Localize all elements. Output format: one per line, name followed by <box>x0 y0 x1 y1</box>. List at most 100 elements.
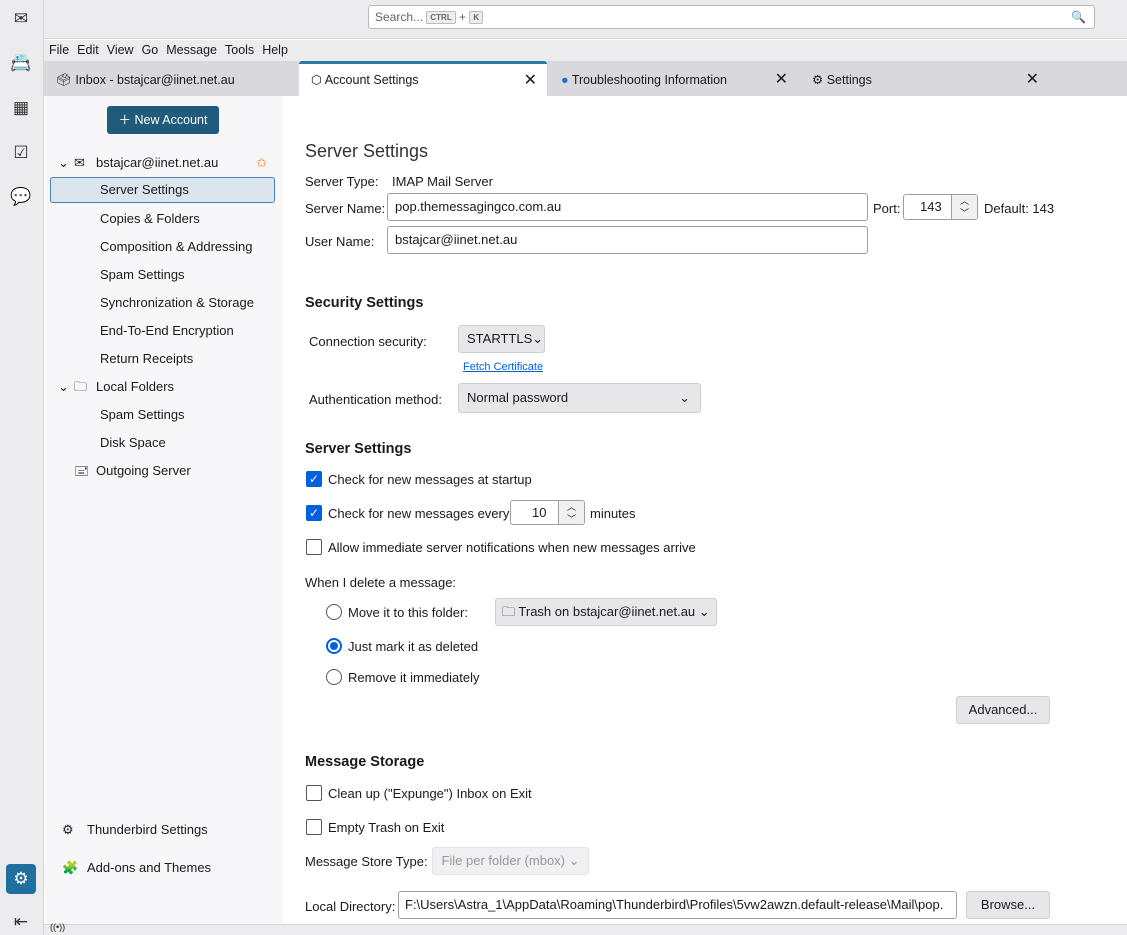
sidebar-item-composition[interactable]: Composition & Addressing <box>50 234 275 260</box>
tab-label: Troubleshooting Information <box>571 73 727 87</box>
move-folder-radio[interactable] <box>326 604 342 620</box>
mail-account-icon: ✉ <box>74 155 85 170</box>
auth-value: Normal password <box>467 390 569 405</box>
addons-label: Add-ons and Themes <box>87 860 212 875</box>
connection-security-select[interactable]: STARTTLS⌄ <box>458 325 545 353</box>
menu-edit[interactable]: Edit <box>72 40 102 57</box>
server-type-value: IMAP Mail Server <box>392 174 493 189</box>
tab-account-settings[interactable]: ⬡ Account Settings ✕ <box>299 61 547 96</box>
tasks-icon[interactable]: ☑ <box>10 142 32 164</box>
thunderbird-settings-link[interactable]: ⚙ Thunderbird Settings <box>50 817 275 843</box>
sidebar-item-spam[interactable]: Spam Settings <box>50 262 275 288</box>
local-folders-item[interactable]: ⌄ 🗀 Local Folders <box>50 374 275 400</box>
outgoing-server-item[interactable]: 🖃 Outgoing Server <box>50 458 275 484</box>
auth-label: Authentication method: <box>309 392 442 407</box>
tab-bar: 🗳 Inbox - bstajcar@iinet.net.au ⬡ Accoun… <box>44 61 1127 96</box>
expunge-checkbox[interactable] <box>306 785 322 801</box>
chat-icon[interactable]: 💬 <box>10 186 32 208</box>
sidebar-item-disk-space[interactable]: Disk Space <box>50 430 275 456</box>
conn-sec-value: STARTTLS <box>467 331 533 346</box>
tab-inbox[interactable]: 🗳 Inbox - bstajcar@iinet.net.au <box>44 61 298 96</box>
port-label: Port: <box>873 201 901 216</box>
online-status-icon[interactable]: ((•)) <box>50 922 65 932</box>
kbd-plus: + <box>459 10 467 24</box>
spaces-toolbar: ✉ 📇 ▦ ☑ 💬 ⚙ ⇤ <box>0 0 44 935</box>
tab-troubleshooting[interactable]: ● Troubleshooting Information ✕ <box>549 61 798 96</box>
menu-file[interactable]: File <box>44 40 72 57</box>
message-storage-heading: Message Storage <box>305 754 425 770</box>
spin-arrows-icon[interactable]: ︿ ﹀ <box>951 195 977 219</box>
mark-deleted-radio[interactable] <box>326 638 342 654</box>
auth-method-select[interactable]: Normal password ⌄ <box>458 383 701 413</box>
chevron-down-icon[interactable]: ⌄ <box>58 374 69 400</box>
trash-folder-select[interactable]: 🗀 Trash on bstajcar@iinet.net.au ⌄ <box>495 598 717 626</box>
account-label: bstajcar@iinet.net.au <box>96 155 219 170</box>
check-every-label: Check for new messages every <box>328 506 510 521</box>
outgoing-label: Outgoing Server <box>96 463 191 478</box>
calendar-icon[interactable]: ▦ <box>10 97 32 119</box>
remove-immediately-radio[interactable] <box>326 669 342 685</box>
move-folder-label: Move it to this folder: <box>348 605 468 620</box>
user-name-label: User Name: <box>305 234 375 249</box>
tb-settings-label: Thunderbird Settings <box>87 822 208 837</box>
security-heading: Security Settings <box>305 295 424 311</box>
account-icon: ⬡ <box>311 73 322 87</box>
tab-settings[interactable]: ⚙ Settings ✕ <box>800 61 1049 96</box>
account-tree: ＋ New Account ⌄ ✉ bstajcar@iinet.net.au ✩ S… <box>45 96 283 924</box>
allow-notifications-label: Allow immediate server notifications whe… <box>328 540 696 555</box>
minutes-stepper[interactable]: 10 ︿ ﹀ <box>510 500 585 525</box>
local-folders-label: Local Folders <box>96 379 175 394</box>
sidebar-item-receipts[interactable]: Return Receipts <box>50 346 275 372</box>
sidebar-item-e2e[interactable]: End-To-End Encryption <box>50 318 275 344</box>
check-startup-checkbox[interactable]: ✓ <box>306 471 322 487</box>
chevron-down-icon[interactable]: ⌄ <box>58 150 69 176</box>
account-item[interactable]: ⌄ ✉ bstajcar@iinet.net.au ✩ <box>50 150 275 176</box>
menu-bar: File Edit View Go Message Tools Help <box>44 40 1127 61</box>
close-icon[interactable]: ✕ <box>524 64 537 97</box>
check-every-checkbox[interactable]: ✓ <box>306 505 322 521</box>
search-input[interactable]: Search... CTRL + K 🔍 <box>368 5 1095 29</box>
mark-deleted-label: Just mark it as deleted <box>348 639 479 654</box>
allow-notifications-checkbox[interactable] <box>306 539 322 555</box>
user-name-input[interactable]: bstajcar@iinet.net.au <box>387 226 868 254</box>
puzzle-icon: 🧩 <box>62 860 79 875</box>
folder-icon: 🗀 <box>502 604 516 619</box>
menu-view[interactable]: View <box>102 40 137 57</box>
server-settings-heading: Server Settings <box>305 441 412 457</box>
empty-trash-checkbox[interactable] <box>306 819 322 835</box>
close-icon[interactable]: ✕ <box>775 61 788 99</box>
local-dir-label: Local Directory: <box>305 899 396 914</box>
inbox-icon: 🗳 <box>56 73 72 87</box>
store-type-select[interactable]: File per folder (mbox) ⌄ <box>432 847 589 875</box>
address-book-icon[interactable]: 📇 <box>10 52 32 74</box>
trash-folder-value: Trash on bstajcar@iinet.net.au <box>518 604 696 619</box>
sidebar-item-copies-folders[interactable]: Copies & Folders <box>50 206 275 232</box>
sidebar-item-server-settings[interactable]: Server Settings <box>50 177 275 203</box>
expunge-label: Clean up ("Expunge") Inbox on Exit <box>328 786 532 801</box>
default-port: Default: 143 <box>984 201 1055 216</box>
menu-help[interactable]: Help <box>257 40 291 57</box>
spin-arrows-icon[interactable]: ︿ ﹀ <box>558 501 584 524</box>
local-directory-input[interactable]: F:\Users\Astra_1\AppData\Roaming\Thunder… <box>398 891 957 919</box>
server-type-label: Server Type: <box>305 174 379 189</box>
search-icon[interactable]: 🔍 <box>1071 6 1086 28</box>
menu-message[interactable]: Message <box>161 40 220 57</box>
port-stepper[interactable]: 143 ︿ ﹀ <box>903 194 978 220</box>
collapse-icon[interactable]: ⇤ <box>10 911 32 933</box>
sidebar-item-sync[interactable]: Synchronization & Storage <box>50 290 275 316</box>
mail-icon[interactable]: ✉ <box>10 8 32 30</box>
new-account-button[interactable]: ＋ New Account <box>107 106 219 134</box>
server-name-input[interactable]: pop.themessagingco.com.au <box>387 193 868 221</box>
browse-button[interactable]: Browse... <box>966 891 1050 919</box>
settings-icon[interactable]: ⚙ <box>6 864 36 894</box>
addons-link[interactable]: 🧩 Add-ons and Themes <box>50 855 275 881</box>
search-placeholder: Search... <box>375 10 424 24</box>
close-icon[interactable]: ✕ <box>1026 61 1039 99</box>
menu-go[interactable]: Go <box>137 40 162 57</box>
sidebar-item-local-spam[interactable]: Spam Settings <box>50 402 275 428</box>
fetch-certificate-link[interactable]: Fetch Certificate <box>463 361 543 373</box>
remove-immediately-label: Remove it immediately <box>348 670 480 685</box>
star-icon: ✩ <box>256 155 267 170</box>
menu-tools[interactable]: Tools <box>220 40 257 57</box>
advanced-button[interactable]: Advanced... <box>956 696 1050 724</box>
